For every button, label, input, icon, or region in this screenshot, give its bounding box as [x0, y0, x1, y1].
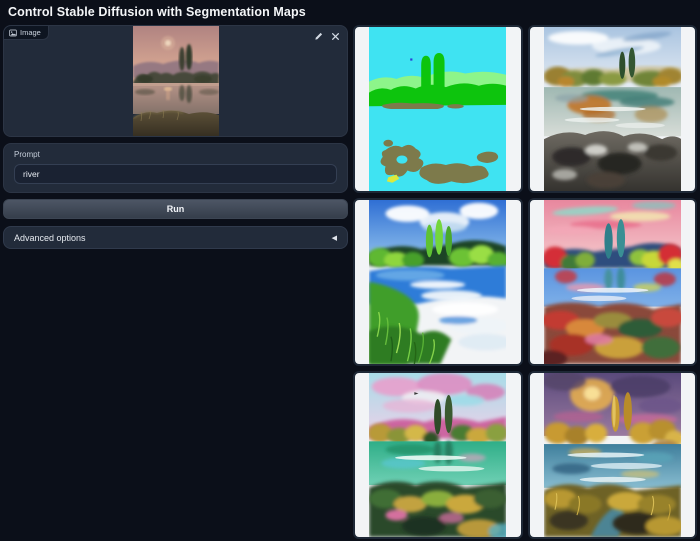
segmentation-map-thumbnail — [369, 27, 506, 191]
image-icon — [9, 29, 17, 37]
main-layout: Image — [3, 25, 697, 539]
pink-sky-thumbnail — [544, 200, 681, 364]
page-title: Control Stable Diffusion with Segmentati… — [8, 5, 697, 19]
pencil-icon — [314, 32, 323, 41]
close-icon — [331, 32, 340, 41]
gallery-item-golden-sunset-river[interactable] — [528, 371, 698, 539]
clear-image-button[interactable] — [329, 30, 341, 42]
prompt-block: Prompt — [3, 143, 348, 193]
accordion-collapse-arrow-icon: ◀ — [332, 234, 337, 242]
vivid-river-thumbnail — [369, 200, 506, 364]
image-component-label-text: Image — [20, 28, 41, 37]
gallery-item-vivid-river[interactable] — [353, 198, 523, 366]
uploaded-image-preview[interactable] — [133, 26, 219, 136]
golden-sunset-thumbnail — [544, 373, 681, 537]
uploaded-photo-art — [133, 26, 219, 136]
gallery-item-pastel-river[interactable] — [353, 371, 523, 539]
gallery-item-segmentation-map[interactable] — [353, 25, 523, 193]
image-actions — [312, 30, 341, 42]
gallery-item-watercolor-river[interactable] — [528, 25, 698, 193]
pastel-river-thumbnail — [369, 373, 506, 537]
watercolor-thumbnail — [544, 27, 681, 191]
prompt-input[interactable] — [14, 164, 337, 184]
image-upload-block: Image — [3, 25, 348, 137]
control-column: Image — [3, 25, 348, 249]
run-button[interactable]: Run — [3, 199, 348, 219]
advanced-options-accordion[interactable]: Advanced options ◀ — [3, 226, 348, 249]
result-gallery — [353, 25, 697, 539]
gallery-item-pink-sky-river[interactable] — [528, 198, 698, 366]
prompt-label: Prompt — [14, 150, 337, 159]
edit-image-button[interactable] — [312, 30, 324, 42]
image-component-label: Image — [4, 26, 49, 40]
app-page: Control Stable Diffusion with Segmentati… — [0, 0, 700, 541]
advanced-options-label: Advanced options — [14, 233, 86, 243]
